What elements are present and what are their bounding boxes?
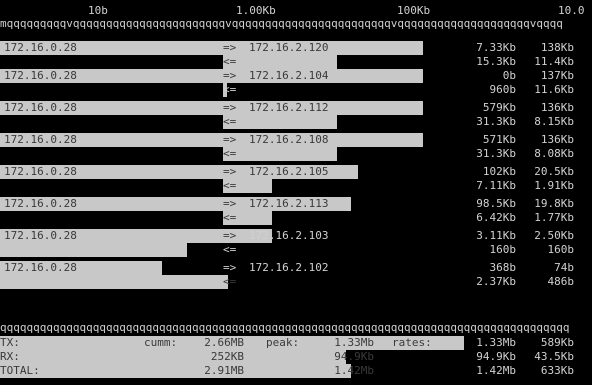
source-host[interactable]: 172.16.0.28 (4, 69, 77, 83)
scale-separator: mqqqqqqqqqvqqqqqqqqqqqqqqqqqqqqqqqvqqqqq… (0, 17, 563, 30)
tx-arrow: => (223, 261, 237, 274)
cumm-label: cumm: (144, 336, 178, 349)
tx-rate-short: 368b (489, 261, 517, 274)
tx-rate-short: 98.5Kb (476, 197, 516, 210)
tx-rate-short: 3.11Kb (476, 229, 516, 242)
total-rate-mid: 633Kb (540, 364, 574, 377)
rx-arrow: <= (223, 179, 237, 192)
destination-host[interactable]: 172.16.2.112 (249, 101, 328, 115)
rx-bar (0, 275, 228, 289)
rx-bar (223, 147, 337, 161)
iftop-terminal: 10b 1.00Kb 100Kb 10.0 mqqqqqqqqqvqqqqqqq… (0, 0, 592, 385)
grand-total-label: TOTAL: (0, 364, 40, 377)
tx-rate-mid: 2.50Kb (534, 229, 574, 242)
source-host[interactable]: 172.16.0.28 (4, 101, 77, 115)
rx-arrow: <= (223, 55, 237, 68)
rx-rate-mid: 8.08Kb (534, 147, 574, 160)
rx-rate-short: 31.3Kb (476, 115, 516, 128)
tx-rate-short: 0b (502, 69, 516, 82)
source-host[interactable]: 172.16.0.28 (4, 229, 77, 243)
rx-rate-mid: 11.6Kb (534, 83, 574, 96)
tx-rate-short: 571Kb (482, 133, 516, 146)
rx-rate-short: 2.37Kb (476, 275, 516, 288)
rx-rate-short: 160b (489, 243, 517, 256)
tx-rate-mid: 138Kb (540, 41, 574, 54)
rx-total-label: RX: (0, 350, 20, 363)
rx-rate-short: 960b (489, 83, 517, 96)
tx-peak-value: 1.33Mb (334, 336, 374, 349)
destination-host[interactable]: 172.16.2.103 (249, 229, 328, 243)
rx-rate-short: 94.9Kb (476, 350, 516, 363)
total-rate-short: 1.42Mb (476, 364, 516, 377)
source-host[interactable]: 172.16.0.28 (4, 41, 77, 55)
rx-rate-mid: 1.91Kb (534, 179, 574, 192)
rx-bar (0, 243, 187, 257)
source-host[interactable]: 172.16.0.28 (4, 261, 77, 275)
rx-peak-value: 94.9Kb (334, 350, 374, 363)
tx-rate-short: 579Kb (482, 101, 516, 114)
rx-rate-short: 6.42Kb (476, 211, 516, 224)
rx-bar (223, 115, 337, 129)
total-cumm-value: 2.91MB (204, 364, 244, 377)
rx-rate-mid: 43.5Kb (534, 350, 574, 363)
totals-separator: qqqqqqqqqqqqqqqqqqqqqqqqqqqqqqqqqqqqqqqq… (0, 321, 570, 334)
destination-host[interactable]: 172.16.2.113 (249, 197, 328, 211)
tx-rate-short: 102Kb (482, 165, 516, 178)
tx-rate-mid: 136Kb (540, 101, 574, 114)
rx-arrow: <= (223, 243, 237, 256)
tx-total-label: TX: (0, 336, 20, 349)
tx-rate-short: 7.33Kb (476, 41, 516, 54)
tx-arrow: => (223, 165, 237, 178)
tx-rate-mid: 74b (554, 261, 574, 274)
rx-rate-mid: 160b (547, 243, 575, 256)
rx-arrow: <= (223, 211, 237, 224)
tx-rate-mid: 137Kb (540, 69, 574, 82)
tx-rate-short: 1.33Mb (476, 336, 516, 349)
rx-cumm-value: 252KB (210, 350, 244, 363)
rx-arrow: <= (223, 147, 237, 160)
tx-rate-mid: 136Kb (540, 133, 574, 146)
destination-host[interactable]: 172.16.2.105 (249, 165, 328, 179)
rx-rate-mid: 8.15Kb (534, 115, 574, 128)
tx-arrow: => (223, 101, 237, 114)
total-peak-value: 1.42Mb (334, 364, 374, 377)
peak-label: peak: (266, 336, 300, 349)
tx-arrow: => (223, 133, 237, 146)
rx-arrow: <= (223, 115, 237, 128)
tx-rate-mid: 589Kb (540, 336, 574, 349)
destination-host[interactable]: 172.16.2.104 (249, 69, 328, 83)
scale-label-10b: 10b (88, 4, 108, 17)
scale-label-100kb: 100Kb (397, 4, 431, 17)
rx-rate-short: 7.11Kb (476, 179, 516, 192)
rx-rate-mid: 11.4Kb (534, 55, 574, 68)
rx-arrow: <= (223, 275, 237, 288)
tx-arrow: => (223, 197, 237, 210)
destination-host[interactable]: 172.16.2.120 (249, 41, 328, 55)
tx-arrow: => (223, 69, 237, 82)
scale-label-1kb: 1.00Kb (236, 4, 276, 17)
rx-rate-mid: 1.77Kb (534, 211, 574, 224)
window-edge (592, 0, 598, 385)
source-host[interactable]: 172.16.0.28 (4, 165, 77, 179)
source-host[interactable]: 172.16.0.28 (4, 133, 77, 147)
tx-arrow: => (223, 41, 237, 54)
scale-label-10: 10.0 (558, 4, 585, 17)
tx-rate-mid: 19.8Kb (534, 197, 574, 210)
source-host[interactable]: 172.16.0.28 (4, 197, 77, 211)
rx-bar (223, 55, 337, 69)
rx-arrow: <= (223, 83, 237, 96)
rx-rate-mid: 486b (547, 275, 575, 288)
tx-cumm-value: 2.66MB (204, 336, 244, 349)
rx-rate-short: 15.3Kb (476, 55, 516, 68)
tx-rate-mid: 20.5Kb (534, 165, 574, 178)
rx-rate-short: 31.3Kb (476, 147, 516, 160)
destination-host[interactable]: 172.16.2.108 (249, 133, 328, 147)
rates-label: rates: (392, 336, 432, 349)
total-all-bar (0, 364, 351, 378)
tx-arrow: => (223, 229, 237, 242)
destination-host[interactable]: 172.16.2.102 (249, 261, 328, 275)
total-rx-bar (0, 350, 346, 364)
